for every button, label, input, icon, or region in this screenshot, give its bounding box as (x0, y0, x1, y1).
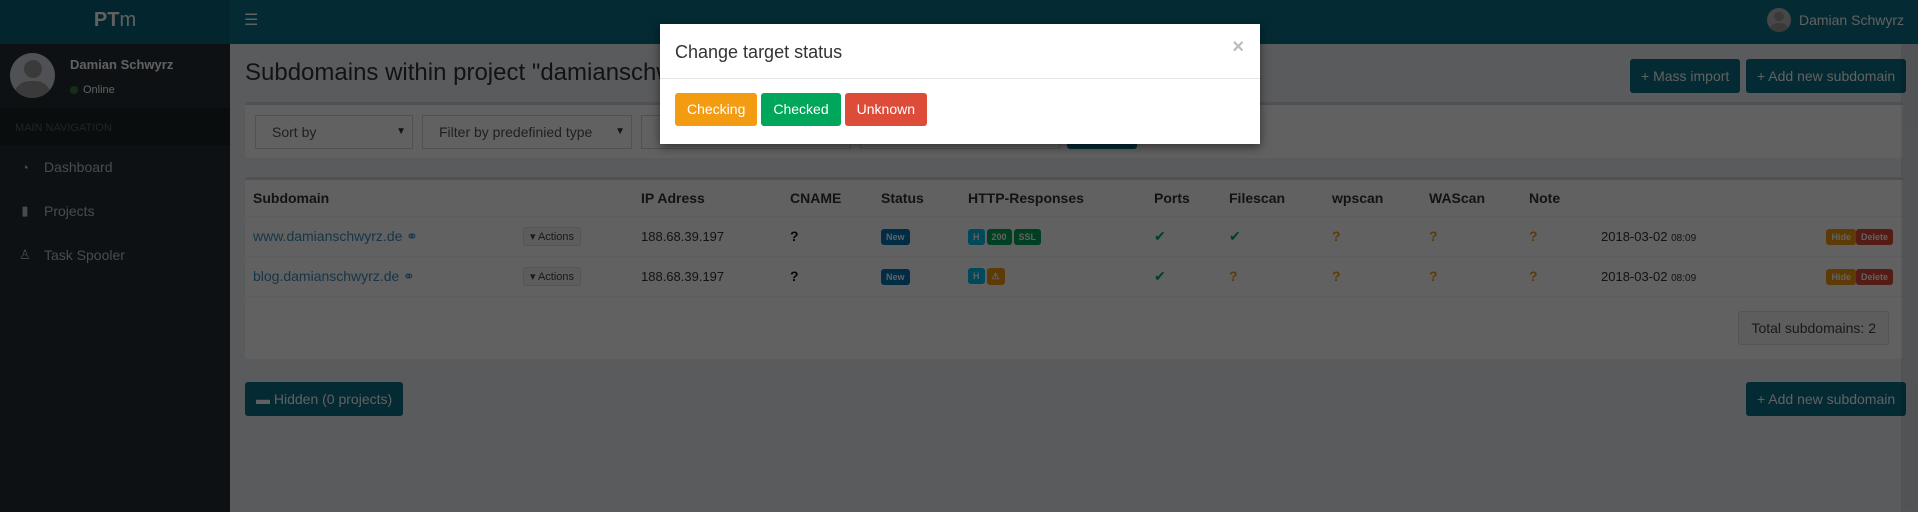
checking-button[interactable]: Checking (675, 93, 758, 126)
change-status-modal: Change target status × Checking Checked … (660, 24, 1260, 144)
modal-title: Change target status (675, 42, 843, 62)
modal-body: Checking Checked Unknown (660, 79, 1260, 140)
checked-button[interactable]: Checked (761, 93, 841, 126)
close-icon[interactable]: × (1232, 36, 1244, 59)
unknown-button[interactable]: Unknown (844, 93, 928, 126)
scrollbar[interactable] (1901, 44, 1918, 512)
modal-header: Change target status × (660, 24, 1260, 79)
